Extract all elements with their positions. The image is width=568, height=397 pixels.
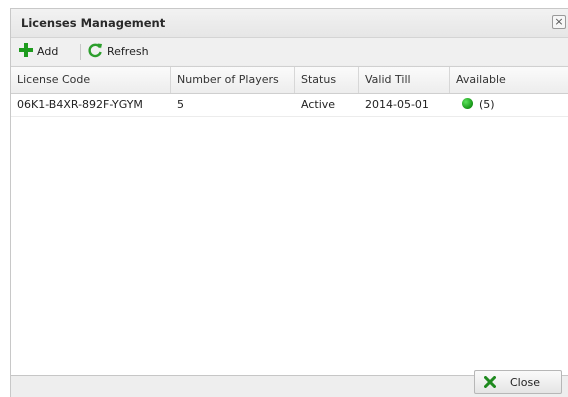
- grid-header: License Code Number of Players Status Va…: [11, 67, 568, 94]
- add-button-label: Add: [37, 44, 59, 58]
- close-button[interactable]: Close: [474, 370, 562, 394]
- column-header-status[interactable]: Status: [295, 67, 359, 93]
- refresh-button-label: Refresh: [107, 44, 149, 58]
- column-header-available[interactable]: Available: [450, 67, 568, 93]
- cell-status: Active: [301, 98, 336, 111]
- column-header-valid-till[interactable]: Valid Till: [359, 67, 450, 93]
- x-icon: [484, 376, 496, 388]
- green-status-dot-icon: [462, 98, 473, 109]
- close-button-label: Close: [510, 375, 540, 389]
- column-header-license-code[interactable]: License Code: [11, 67, 171, 93]
- cell-valid-till: 2014-05-01: [365, 98, 429, 111]
- licenses-management-window: Licenses Management × Add Refresh Licens…: [10, 8, 568, 397]
- refresh-button[interactable]: Refresh: [87, 42, 149, 60]
- licenses-grid: License Code Number of Players Status Va…: [11, 66, 568, 376]
- refresh-icon: [87, 42, 103, 61]
- window-title: Licenses Management: [21, 16, 166, 30]
- window-titlebar: Licenses Management ×: [11, 9, 568, 38]
- table-row[interactable]: 06K1-B4XR-892F-YGYM 5 Active 2014-05-01 …: [11, 94, 568, 117]
- column-header-number-of-players[interactable]: Number of Players: [171, 67, 295, 93]
- toolbar: Add Refresh: [11, 38, 568, 65]
- toolbar-separator: [80, 44, 81, 60]
- add-button[interactable]: Add: [19, 42, 58, 60]
- cell-available: (5): [450, 94, 568, 116]
- cell-number-of-players: 5: [177, 98, 184, 111]
- cell-license-code: 06K1-B4XR-892F-YGYM: [17, 98, 143, 111]
- available-count: (5): [479, 98, 495, 111]
- plus-icon: [19, 42, 33, 60]
- window-close-button[interactable]: ×: [552, 15, 566, 29]
